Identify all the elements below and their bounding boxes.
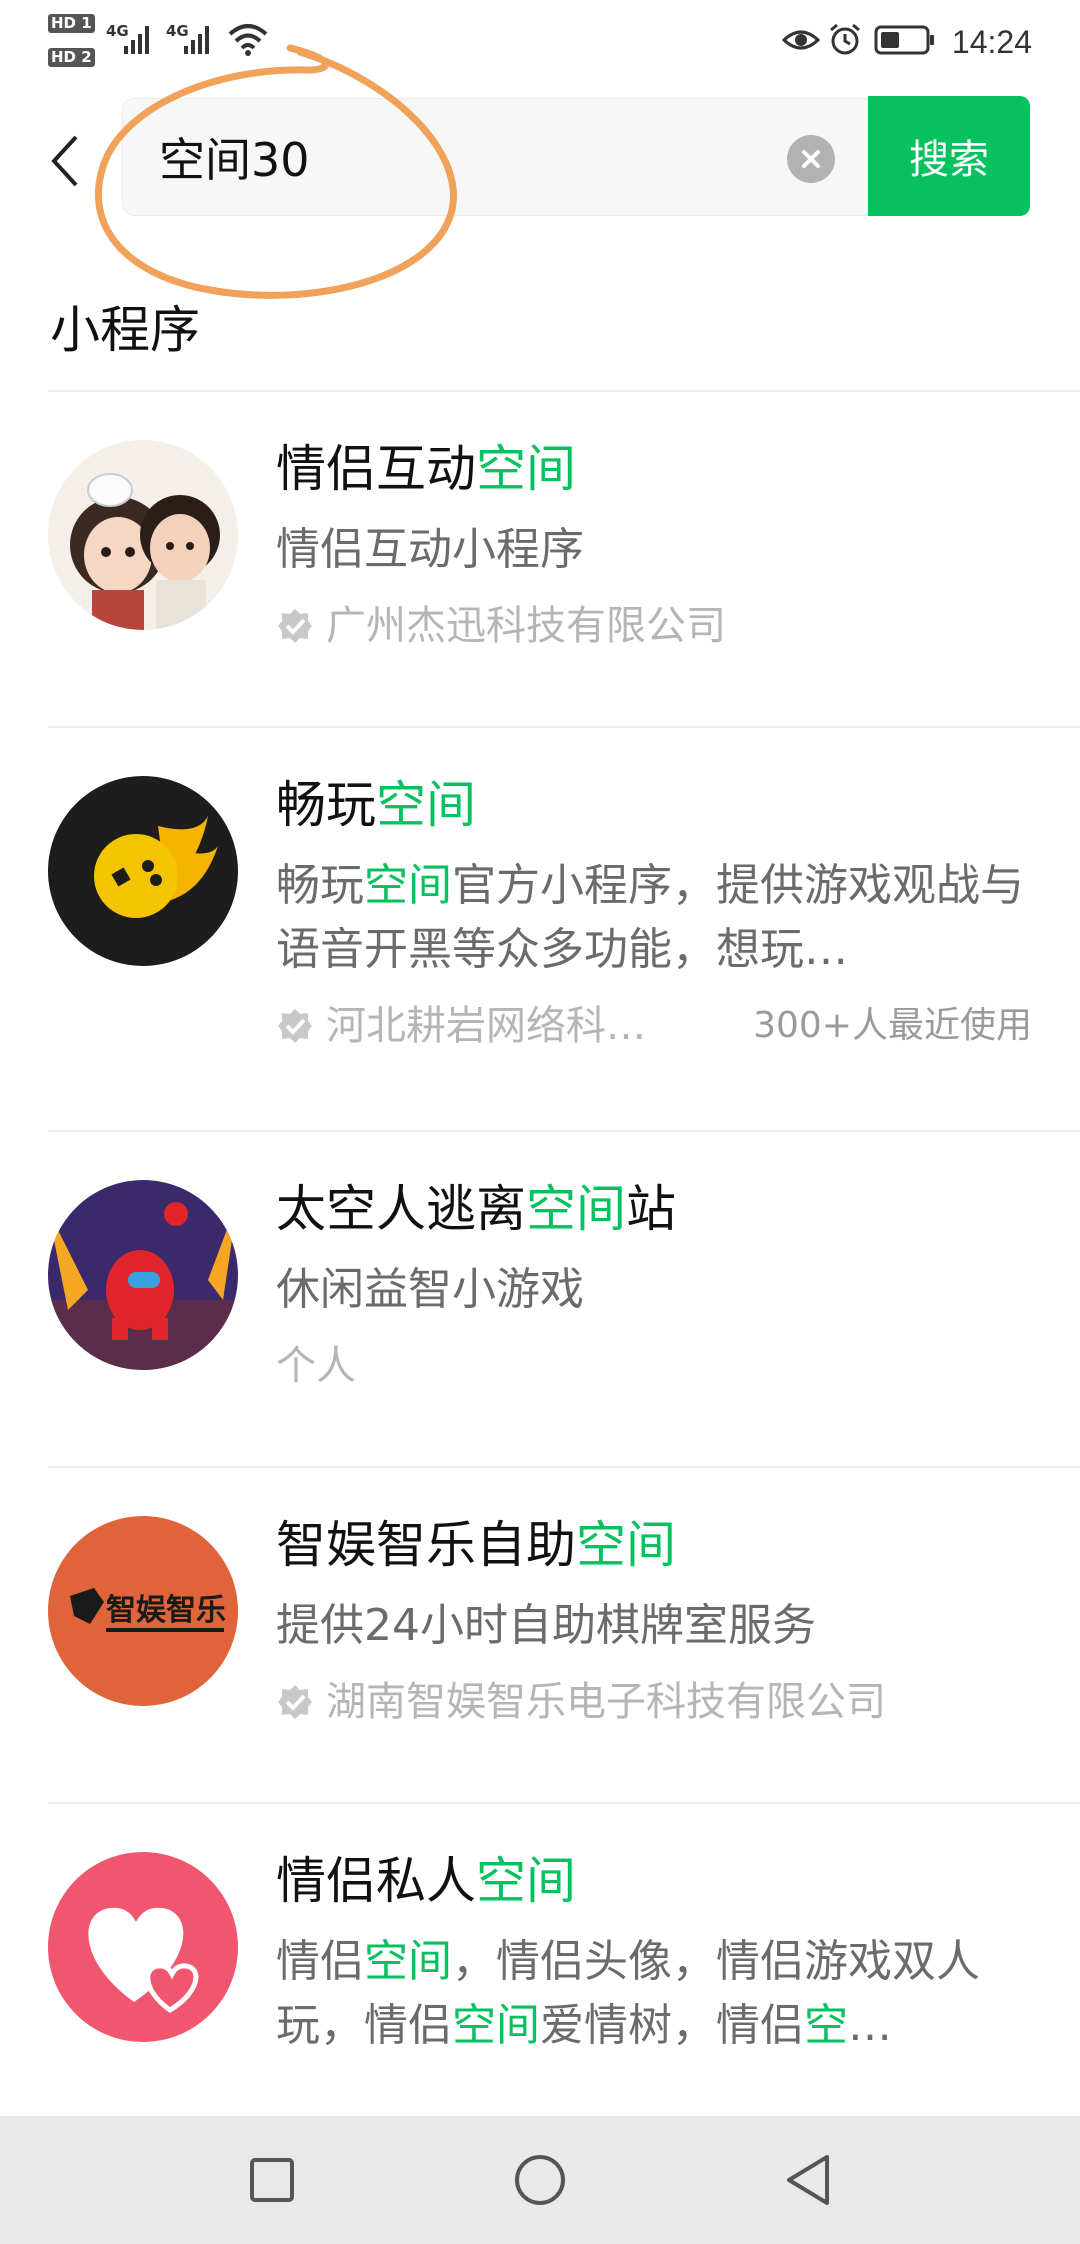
wifi-icon <box>228 24 268 56</box>
section-title: 小程序 <box>50 301 200 359</box>
status-bar: HD 1 HD 2 4G 4G 14:24 <box>0 0 1080 86</box>
owner-name: 个人 <box>276 1343 356 1389</box>
recent-apps-button[interactable] <box>242 2150 302 2210</box>
result-title: 情侣互动空间 <box>276 440 576 498</box>
system-back-button[interactable] <box>778 2150 838 2210</box>
result-description: 畅玩空间官方小程序，提供游戏观战与语音开黑等众多功能，想玩… <box>276 860 1024 975</box>
result-item-couple-interaction[interactable]: 情侣互动空间 情侣互动小程序 广州杰迅科技有限公司 <box>48 390 1080 726</box>
result-meta: 个人 <box>276 1336 1032 1396</box>
result-title: 情侣私人空间 <box>276 1852 576 1910</box>
sim2-indicator: HD 2 <box>48 48 95 67</box>
signal-icon-2 <box>184 24 209 54</box>
gamepad-flame-icon <box>48 776 238 966</box>
chevron-left-icon <box>51 135 78 187</box>
search-button[interactable]: 搜索 <box>868 96 1030 216</box>
result-title: 太空人逃离空间站 <box>276 1180 676 1238</box>
circle-icon <box>515 2155 565 2205</box>
sim1-indicator: HD 1 <box>48 14 95 33</box>
results-list: 情侣互动空间 情侣互动小程序 广州杰迅科技有限公司 畅玩空间 畅玩空间官方小程序… <box>0 390 1080 2142</box>
signal-icon-1 <box>124 24 149 54</box>
clear-button[interactable] <box>787 135 835 183</box>
eye-icon <box>782 30 820 50</box>
double-heart-icon <box>48 1852 238 2042</box>
zhiyu-zhile-logo-icon: 智娱智乐 <box>48 1516 238 1706</box>
result-item-couple-private[interactable]: 情侣私人空间 情侣空间，情侣头像，情侣游戏双人玩，情侣空间爱情树，情侣空… <box>48 1802 1080 2142</box>
home-button[interactable] <box>510 2150 570 2210</box>
couple-avatar-icon <box>48 440 238 630</box>
result-item-changwan[interactable]: 畅玩空间 畅玩空间官方小程序，提供游戏观战与语音开黑等众多功能，想玩… 河北耕岩… <box>48 726 1080 1130</box>
close-icon <box>802 150 820 168</box>
result-meta: 湖南智娱智乐电子科技有限公司 <box>276 1672 1032 1732</box>
clock: 14:24 <box>951 24 1032 60</box>
result-title: 畅玩空间 <box>276 776 476 834</box>
alarm-icon <box>830 23 860 55</box>
verified-icon <box>278 609 312 643</box>
battery-icon <box>874 25 934 55</box>
result-description: 休闲益智小游戏 <box>276 1264 584 1315</box>
logo-text: 智娱智乐 <box>106 1593 226 1628</box>
square-icon <box>250 2158 294 2202</box>
result-title: 智娱智乐自助空间 <box>276 1516 676 1574</box>
verified-icon <box>278 1685 312 1719</box>
owner-name: 湖南智娱智乐电子科技有限公司 <box>326 1679 886 1725</box>
system-navigation-bar <box>0 2116 1080 2244</box>
astronaut-game-icon <box>48 1180 238 1370</box>
owner-name: 河北耕岩网络科… <box>326 1003 646 1049</box>
result-description: 提供24小时自助棋牌室服务 <box>276 1600 816 1651</box>
triangle-back-icon <box>787 2155 829 2205</box>
back-button[interactable] <box>40 126 90 196</box>
search-input[interactable] <box>159 117 759 197</box>
result-description: 情侣空间，情侣头像，情侣游戏双人玩，情侣空间爱情树，情侣空… <box>276 1936 980 2051</box>
result-meta: 广州杰迅科技有限公司 <box>276 596 1032 656</box>
search-header: 搜索 <box>0 86 1080 236</box>
result-meta: 河北耕岩网络科… 300+人最近使用 <box>276 996 1032 1056</box>
usage-count: 300+人最近使用 <box>753 1005 1032 1046</box>
owner-name: 广州杰迅科技有限公司 <box>326 603 726 649</box>
search-box <box>122 98 872 216</box>
result-item-astronaut-escape[interactable]: 太空人逃离空间站 休闲益智小游戏 个人 <box>48 1130 1080 1466</box>
result-item-zhiyu-zhile[interactable]: 智娱智乐 智娱智乐自助空间 提供24小时自助棋牌室服务 湖南智娱智乐电子科技有限… <box>48 1466 1080 1802</box>
verified-icon <box>278 1009 312 1043</box>
result-description: 情侣互动小程序 <box>276 524 584 575</box>
